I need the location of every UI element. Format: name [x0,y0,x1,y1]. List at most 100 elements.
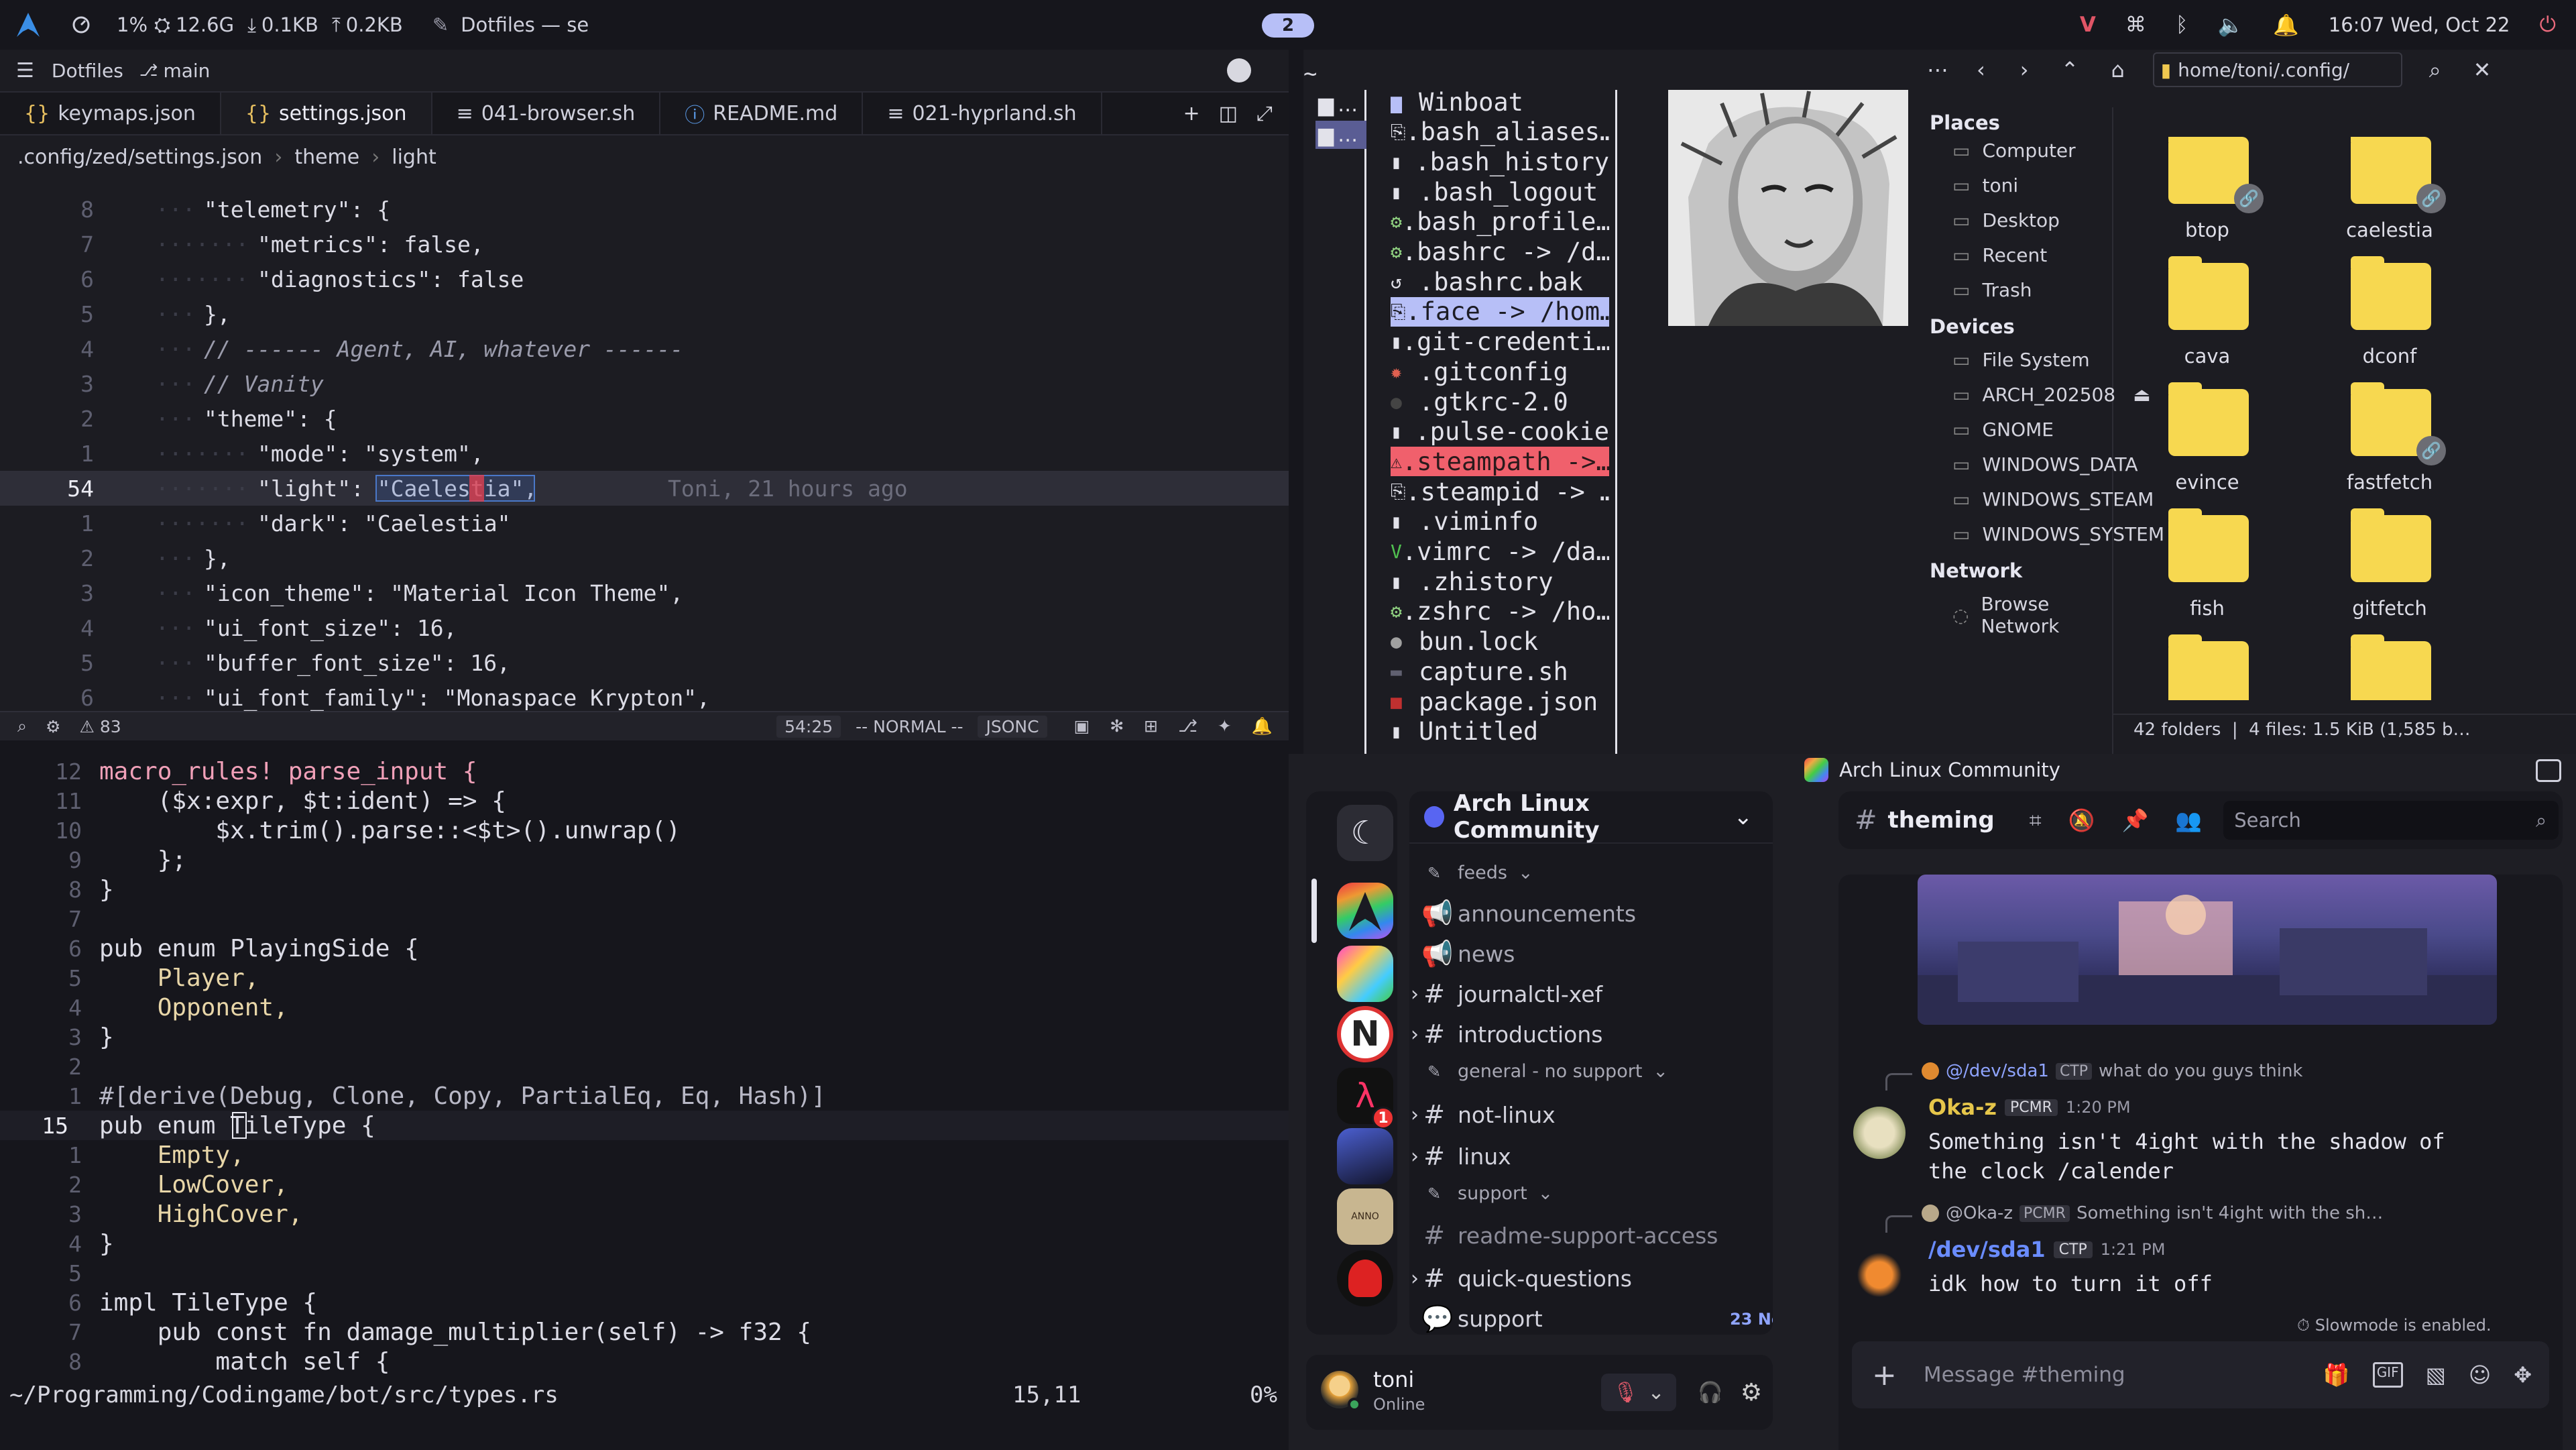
code-line[interactable]: 3 ··· // Vanity [0,366,1289,401]
place-item[interactable]: ▭ Recent [1952,244,2047,266]
cursor-position[interactable]: 54:25 [776,715,841,738]
file-entry[interactable]: ● bun.lock [1391,627,1609,657]
parent-item[interactable]: ▆… [1318,91,1365,118]
code-line[interactable]: 12 macro_rules! parse_input { [0,757,1289,786]
code-line[interactable]: 11 ($x:expr, $t:ident) => { [0,786,1289,816]
file-entry[interactable]: ⚠ .steampath ->… [1391,447,1609,477]
code-line[interactable]: 5 [0,1258,1289,1288]
code-line[interactable]: 4 Opponent, [0,993,1289,1022]
pinned-icon[interactable]: 📌 [2122,807,2149,834]
code-line[interactable]: 8 match self { [0,1347,1289,1376]
folder-item[interactable]: gitfetch [2302,508,2463,636]
server-header[interactable]: Arch Linux Community ⌄ [1409,791,1773,844]
breadcrumb-file[interactable]: .config/zed/settings.json [17,146,262,169]
folder-item[interactable]: 🔗 btop [2120,137,2281,258]
file-entry[interactable]: ■ package.json [1391,687,1609,716]
search-input[interactable]: Search ⌕ [2223,801,2559,840]
language-selector[interactable]: JSONC [978,715,1047,738]
code-line[interactable]: 1 ······· "dark": "Caelestia" [0,506,1289,541]
avatar[interactable] [1227,58,1251,82]
folder-item[interactable]: dconf [2302,256,2463,384]
code-line[interactable]: 7 [0,904,1289,934]
location-bar[interactable]: ▮ home/toni/.config/ [2152,52,2402,87]
sticker-icon[interactable]: ▧ [2426,1362,2446,1388]
code-line[interactable]: 15 pub enum TileType { [0,1111,1289,1140]
gift-icon[interactable]: 🎁 [2323,1362,2350,1388]
channel-item[interactable]: 💬support23 New [1421,1304,1773,1334]
file-entry[interactable]: ▮ .bash_history [1391,147,1609,176]
code-line[interactable]: 1 Empty, [0,1140,1289,1170]
code-line[interactable]: 10 $x.trim().parse::<$t>().unwrap() [0,816,1289,845]
deafen-button[interactable]: 🎧 [1687,1374,1734,1411]
folder-item[interactable] [2120,634,2281,700]
warning-icon[interactable]: ⚠ [79,717,94,736]
channel-item[interactable]: ✎ general - no support ⌄ [1421,1061,1668,1082]
place-item[interactable]: ▭ Computer [1952,140,2076,162]
channel-item[interactable]: › # not-linux [1411,1100,1556,1129]
diagnostics-icon[interactable]: ⚙ [46,717,60,736]
gif-icon[interactable]: GIF [2372,1362,2403,1388]
warning-count[interactable]: 83 [100,717,121,736]
terminal-icon[interactable]: ▣ [1074,716,1090,736]
workspace-indicator[interactable]: 2 [1262,13,1314,38]
file-entry[interactable]: ▬ capture.sh [1391,657,1609,686]
folder-item[interactable]: evince [2120,382,2281,510]
clock[interactable]: 16:07 Wed, Oct 22 [2329,13,2510,36]
outline-icon[interactable]: ⊞ [1144,716,1158,736]
add-attachment-icon[interactable]: + [1872,1358,1897,1392]
breadcrumb-light[interactable]: light [392,146,436,169]
code-line[interactable]: 1 #[derive(Debug, Clone, Copy, PartialEq,… [0,1081,1289,1111]
message[interactable]: @Oka-z PCMR Something isn't 4ight with the… [1838,1202,2563,1329]
network-icon[interactable]: ⌘ [2125,13,2146,37]
channel-item[interactable]: 📢 announcements [1421,899,1636,929]
back-icon[interactable]: ‹ [1977,57,1985,82]
mute-button[interactable]: 🎙 ⌄ [1601,1374,1676,1411]
home-icon[interactable]: ⌂ [2111,57,2124,82]
bluetooth-icon[interactable]: ᛒ [2176,13,2188,37]
code-line[interactable]: 4} [0,1229,1289,1258]
channel-item[interactable]: › # journalctl-xef [1411,979,1602,1009]
vpn-icon[interactable]: V [2080,13,2096,37]
channel-item[interactable]: › # linux [1411,1141,1511,1171]
arch-logo-icon[interactable] [15,11,42,38]
channel-item[interactable]: ✎ feeds ⌄ [1421,862,1533,883]
debug-icon[interactable]: ✻ [1110,716,1124,736]
file-entry[interactable]: ⎘ .steampid -> … [1391,477,1609,506]
code-line[interactable]: 3} [0,1022,1289,1052]
channel-item[interactable]: ✎ support ⌄ [1421,1183,1553,1204]
avatar[interactable] [1853,1107,1906,1159]
file-entry[interactable]: ⚙ .zshrc -> /ho… [1391,597,1609,626]
avatar[interactable] [1853,1249,1906,1301]
notifications-muted-icon[interactable]: 🔕 [2068,807,2095,834]
code-line[interactable]: 5 Player, [0,963,1289,993]
channel-item[interactable]: 📢 news [1421,939,1515,969]
tab-hyprland-sh[interactable]: ≡ 021-hyprland.sh [863,93,1102,134]
file-entry[interactable]: ▮ .pulse-cookie [1391,417,1609,447]
channel-item[interactable]: › # introductions [1411,1019,1602,1049]
tab-keymaps[interactable]: {} keymaps.json [0,93,221,134]
nvim-code-area[interactable]: 12 macro_rules! parse_input {11 ($x:expr,… [0,757,1289,1387]
server-n[interactable]: N [1337,1006,1393,1062]
tab-readme[interactable]: ⓘ README.md [660,93,864,134]
settings-button[interactable]: ⚙ [1733,1374,1770,1411]
code-line[interactable]: 6 ··· "ui_font_family": "Monaspace Krypton… [0,680,1289,711]
file-entry[interactable]: ✹ .gitconfig [1391,357,1609,386]
file-entry[interactable]: ● .gtkrc-2.0 [1391,387,1609,416]
project-name[interactable]: Dotfiles [52,60,123,82]
power-icon[interactable]: ⏻ [2539,13,2556,38]
folder-item[interactable]: 🔗 caelestia [2302,137,2463,258]
file-entry[interactable]: ▮ .git-credenti… [1391,327,1609,357]
file-entry[interactable]: V .vimrc -> /da… [1391,537,1609,567]
threads-icon[interactable]: ⌗ [2030,807,2042,834]
parent-item-selected[interactable]: ▆… [1315,121,1366,149]
code-line[interactable]: 5 ···}, [0,296,1289,331]
device-item[interactable]: ▭ File System [1952,349,2090,371]
code-line[interactable]: 2 LowCover, [0,1170,1289,1199]
reply-preview[interactable]: @/dev/sda1 CTP what do you guys think [1922,1061,2302,1081]
code-area[interactable]: 8 ··· "telemetry": {7 ······· "metrics": fal… [0,192,1289,711]
breadcrumb-theme[interactable]: theme [294,146,359,169]
file-entry[interactable]: ▮ .zhistory [1391,567,1609,596]
code-line[interactable]: 1 ······· "mode": "system", [0,436,1289,471]
code-line[interactable]: 4 ··· "ui_font_size": 16, [0,610,1289,645]
split-icon[interactable]: ◫ [1219,102,1238,125]
